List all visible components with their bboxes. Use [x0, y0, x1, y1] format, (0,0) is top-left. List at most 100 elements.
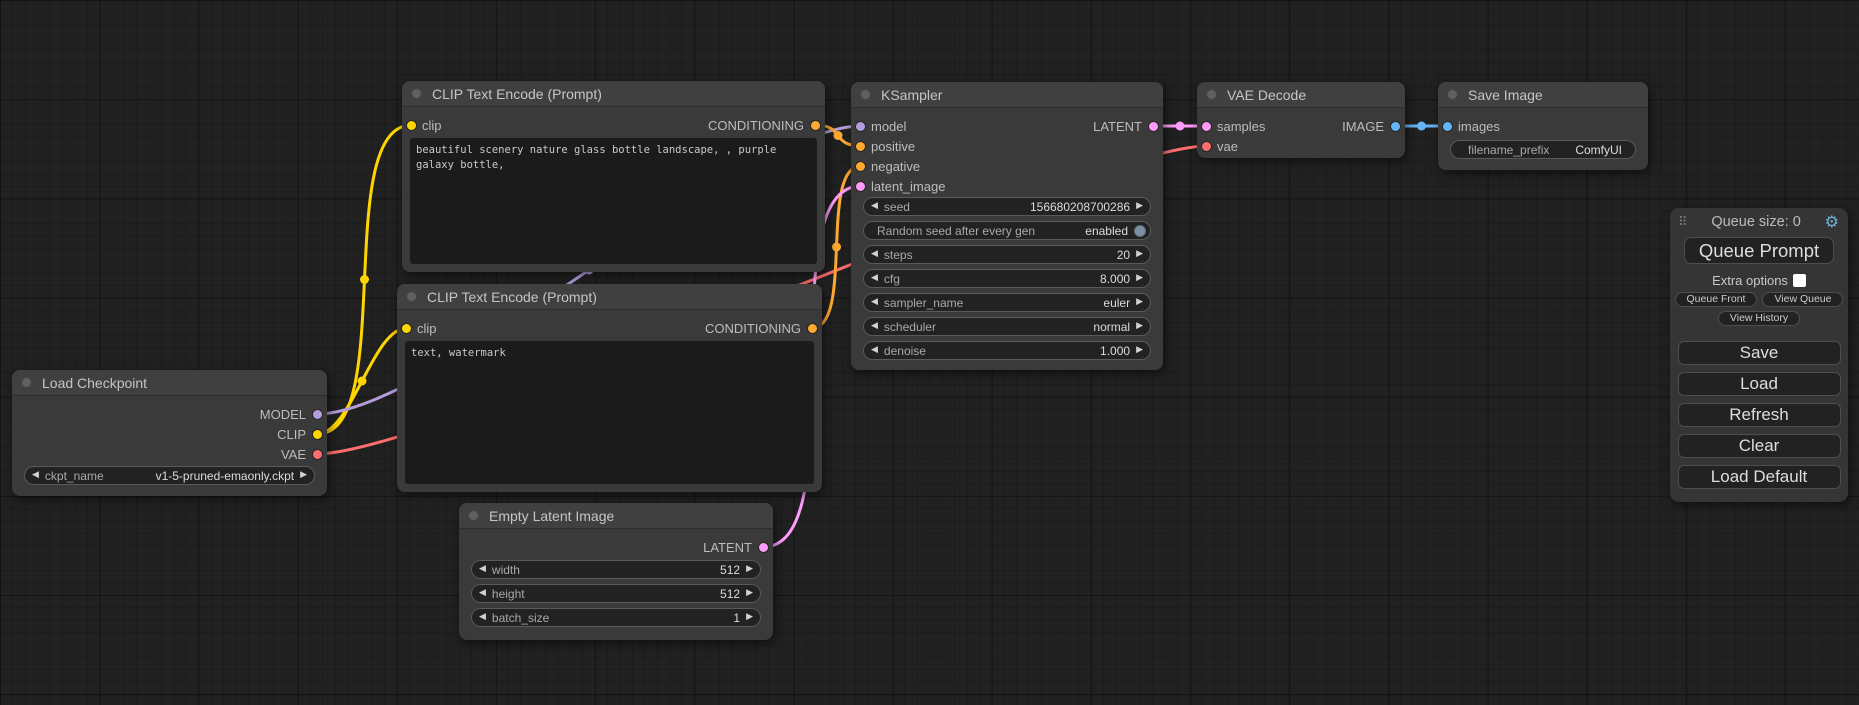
increment-arrow-icon[interactable]: ▶ [746, 565, 753, 574]
slot-row: images [1438, 116, 1648, 136]
CLIP-output-slot-dot[interactable] [313, 430, 322, 439]
increment-arrow-icon[interactable]: ▶ [1136, 202, 1143, 211]
latent_image-input-slot-dot[interactable] [856, 182, 865, 191]
decrement-arrow-icon[interactable]: ◀ [871, 322, 878, 331]
CONDITIONING-output-slot-dot[interactable] [808, 324, 817, 333]
node-title-bar[interactable]: Empty Latent Image [459, 503, 773, 529]
save-image-node[interactable]: Save Image images filename_prefixComfyUI [1438, 82, 1648, 170]
node-title-bar[interactable]: CLIP Text Encode (Prompt) [397, 284, 822, 310]
collapse-dot-icon[interactable] [1205, 88, 1218, 101]
empty-latent-image-widget-width[interactable]: ◀width512▶ [471, 560, 761, 579]
increment-arrow-icon[interactable]: ▶ [1136, 346, 1143, 355]
ksampler-widget-sampler_name[interactable]: ◀sampler_nameeuler▶ [863, 293, 1151, 312]
queue-front-button[interactable]: Queue Front [1675, 292, 1758, 307]
input-slot-label: vae [1217, 139, 1238, 154]
decrement-arrow-icon[interactable]: ◀ [871, 202, 878, 211]
CONDITIONING-output-slot-dot[interactable] [811, 121, 820, 130]
save-image-widget-filename_prefix[interactable]: filename_prefixComfyUI [1450, 140, 1636, 159]
increment-arrow-icon[interactable]: ▶ [300, 471, 307, 480]
load-default-button[interactable]: Load Default [1678, 465, 1841, 489]
node-title-bar[interactable]: Save Image [1438, 82, 1648, 108]
model-input-slot-dot[interactable] [856, 122, 865, 131]
node-title-bar[interactable]: VAE Decode [1197, 82, 1405, 108]
node-title: CLIP Text Encode (Prompt) [427, 289, 597, 305]
collapse-dot-icon[interactable] [467, 509, 480, 522]
load-checkpoint-node[interactable]: Load CheckpointMODELCLIPVAE◀ckpt_namev1-… [12, 370, 327, 496]
positive-input-slot-dot[interactable] [856, 142, 865, 151]
clip-text-encode-negative-prompt-textarea[interactable]: text, watermark [405, 341, 814, 484]
input-slot-label: samples [1217, 119, 1265, 134]
decrement-arrow-icon[interactable]: ◀ [479, 613, 486, 622]
view-history-button[interactable]: View History [1718, 311, 1800, 326]
collapse-dot-icon[interactable] [20, 376, 33, 389]
link-load-checkpoint-to-clip-text-encode-negative[interactable] [317, 328, 407, 434]
empty-latent-image-widget-height[interactable]: ◀height512▶ [471, 584, 761, 603]
decrement-arrow-icon[interactable]: ◀ [479, 589, 486, 598]
ksampler-widget-Random seed after every gen[interactable]: Random seed after every genenabled [863, 221, 1151, 240]
clear-button[interactable]: Clear [1678, 434, 1841, 458]
ksampler-widget-denoise[interactable]: ◀denoise1.000▶ [863, 341, 1151, 360]
LATENT-output-slot-dot[interactable] [759, 543, 768, 552]
clip-text-encode-positive-node[interactable]: CLIP Text Encode (Prompt)clipCONDITIONIN… [402, 81, 825, 272]
decrement-arrow-icon[interactable]: ◀ [871, 298, 878, 307]
MODEL-output-slot-dot[interactable] [313, 410, 322, 419]
node-title-bar[interactable]: CLIP Text Encode (Prompt) [402, 81, 825, 107]
empty-latent-image-node[interactable]: Empty Latent Image LATENT ◀width512▶ ◀heigh… [459, 503, 773, 640]
ksampler-node[interactable]: KSamplermodelLATENTpositivenegativelaten… [851, 82, 1163, 370]
view-queue-button[interactable]: View Queue [1762, 292, 1843, 307]
collapse-dot-icon[interactable] [410, 87, 423, 100]
node-title-bar[interactable]: Load Checkpoint [12, 370, 327, 396]
collapse-dot-icon[interactable] [1446, 88, 1459, 101]
decrement-arrow-icon[interactable]: ◀ [871, 274, 878, 283]
increment-arrow-icon[interactable]: ▶ [1136, 250, 1143, 259]
queue-panel-header: ⠿ Queue size: 0 ⚙ [1670, 208, 1848, 230]
collapse-dot-icon[interactable] [859, 88, 872, 101]
vae-input-slot-dot[interactable] [1202, 142, 1211, 151]
refresh-button[interactable]: Refresh [1678, 403, 1841, 427]
vae-decode-node[interactable]: VAE Decode samples IMAGE vae [1197, 82, 1405, 158]
queue-small-buttons-row: Queue Front View Queue [1670, 292, 1848, 307]
ksampler-widget-seed[interactable]: ◀seed156680208700286▶ [863, 197, 1151, 216]
negative-input-slot-dot[interactable] [856, 162, 865, 171]
clip-input-slot-dot[interactable] [402, 324, 411, 333]
load-button[interactable]: Load [1678, 372, 1841, 396]
node-title-bar[interactable]: KSampler [851, 82, 1163, 108]
save-button[interactable]: Save [1678, 341, 1841, 365]
widget-value: 1 [733, 611, 740, 625]
decrement-arrow-icon[interactable]: ◀ [871, 250, 878, 259]
ksampler-widget-cfg[interactable]: ◀cfg8.000▶ [863, 269, 1151, 288]
settings-gear-icon[interactable]: ⚙ [1825, 214, 1839, 230]
toggle-knob-icon[interactable] [1134, 225, 1146, 237]
clip-text-encode-negative-node[interactable]: CLIP Text Encode (Prompt)clipCONDITIONIN… [397, 284, 822, 492]
ksampler-widget-steps[interactable]: ◀steps20▶ [863, 245, 1151, 264]
increment-arrow-icon[interactable]: ▶ [1136, 298, 1143, 307]
load-checkpoint-widget-ckpt_name[interactable]: ◀ckpt_namev1-5-pruned-emaonly.ckpt▶ [24, 466, 315, 485]
ksampler-widget-scheduler[interactable]: ◀schedulernormal▶ [863, 317, 1151, 336]
output-slot-label: IMAGE [1342, 119, 1384, 134]
extra-options-checkbox[interactable] [1793, 274, 1806, 287]
decrement-arrow-icon[interactable]: ◀ [871, 346, 878, 355]
VAE-output-slot-dot[interactable] [313, 450, 322, 459]
extra-options-label: Extra options [1712, 273, 1788, 288]
increment-arrow-icon[interactable]: ▶ [1136, 274, 1143, 283]
collapse-dot-icon[interactable] [405, 290, 418, 303]
increment-arrow-icon[interactable]: ▶ [746, 589, 753, 598]
decrement-arrow-icon[interactable]: ◀ [32, 471, 39, 480]
queue-prompt-button[interactable]: Queue Prompt [1684, 237, 1834, 264]
IMAGE-output-slot-dot[interactable] [1391, 122, 1400, 131]
widget-label: Random seed after every gen [877, 224, 1035, 238]
increment-arrow-icon[interactable]: ▶ [746, 613, 753, 622]
widget-value: 8.000 [1100, 272, 1130, 286]
graph-canvas[interactable]: Load CheckpointMODELCLIPVAE◀ckpt_namev1-… [0, 0, 1859, 705]
clip-input-slot-dot[interactable] [407, 121, 416, 130]
images-input-slot-dot[interactable] [1443, 122, 1452, 131]
clip-text-encode-positive-prompt-textarea[interactable]: beautiful scenery nature glass bottle la… [410, 138, 817, 264]
LATENT-output-slot-dot[interactable] [1149, 122, 1158, 131]
view-history-row: View History [1670, 311, 1848, 326]
samples-input-slot-dot[interactable] [1202, 122, 1211, 131]
increment-arrow-icon[interactable]: ▶ [1136, 322, 1143, 331]
empty-latent-image-widget-batch_size[interactable]: ◀batch_size1▶ [471, 608, 761, 627]
slot-row: LATENT [459, 537, 773, 557]
drag-handle-icon[interactable]: ⠿ [1678, 216, 1688, 229]
decrement-arrow-icon[interactable]: ◀ [479, 565, 486, 574]
